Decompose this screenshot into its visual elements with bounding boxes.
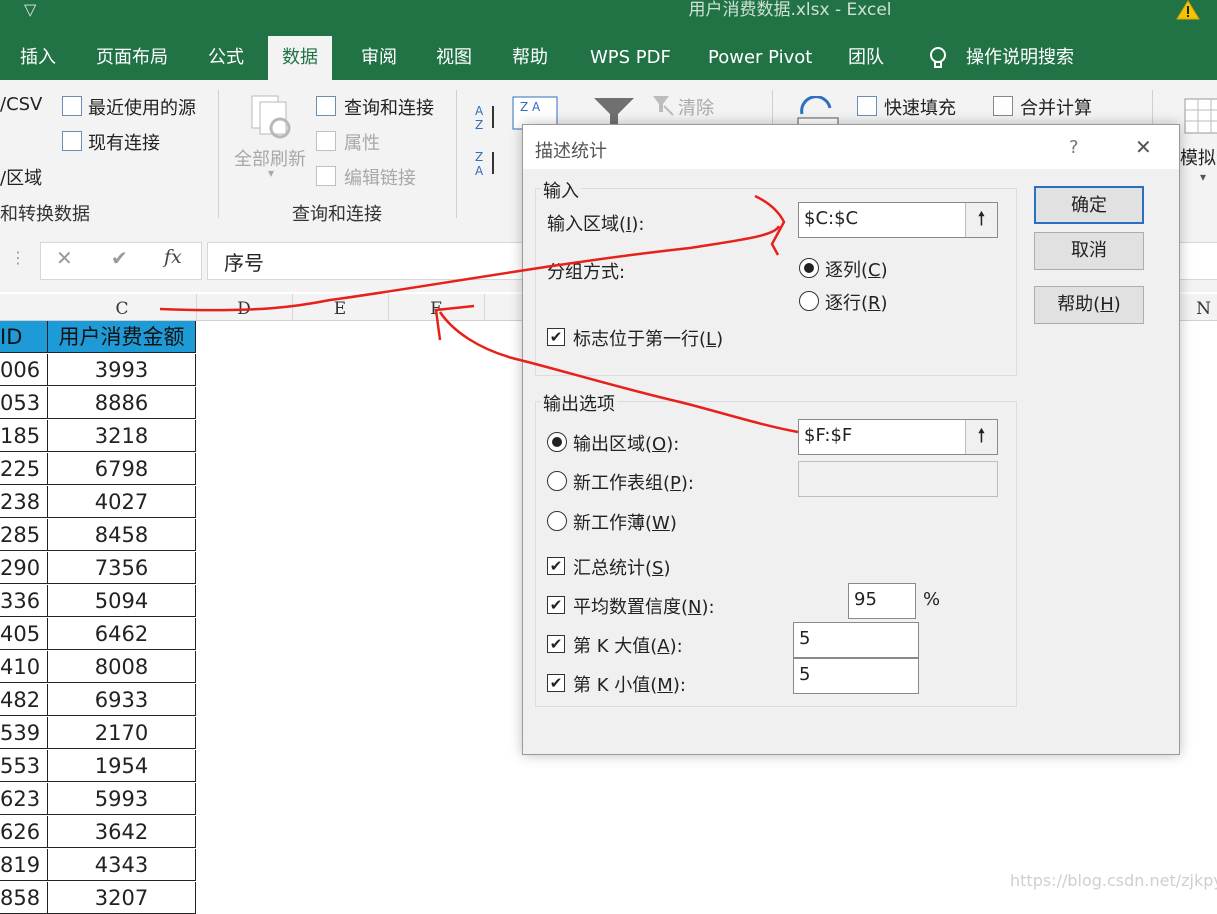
annotation-arrows	[159, 194, 799, 434]
watermark: https://blog.csdn.net/zjkpy_5	[1010, 871, 1217, 890]
arrow-output-range-head	[434, 304, 475, 341]
arrow-input-range-head	[754, 194, 786, 256]
arrow-output-range-to-column-f	[438, 311, 799, 434]
arrow-input-range-to-column-c	[159, 225, 781, 312]
